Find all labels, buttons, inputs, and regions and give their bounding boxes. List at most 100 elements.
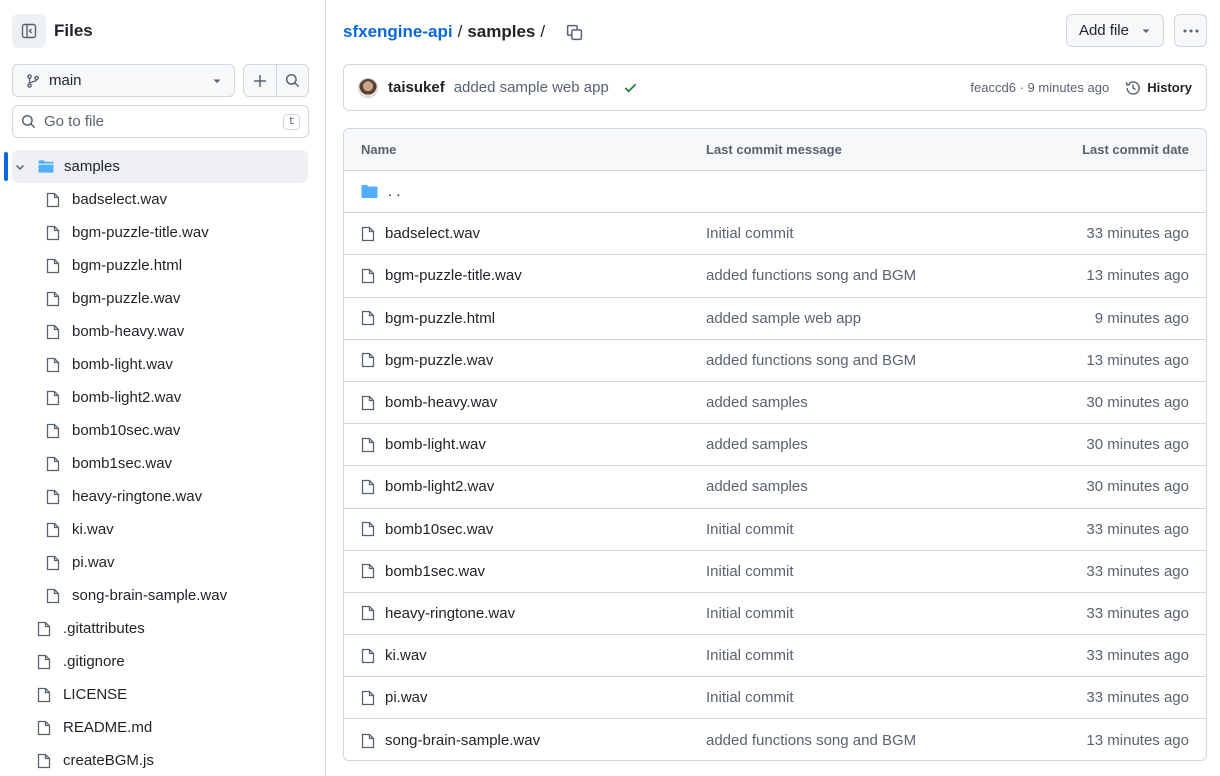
file-icon <box>46 522 62 538</box>
check-icon[interactable] <box>623 80 638 95</box>
tree-file-item[interactable]: LICENSE <box>0 678 325 711</box>
tree-file-label: .gitignore <box>63 653 125 670</box>
commit-message-link[interactable]: Initial commit <box>706 563 794 580</box>
commit-message-link[interactable]: added sample web app <box>706 310 861 327</box>
tree-file-label: bomb10sec.wav <box>72 422 181 439</box>
commit-author-link[interactable]: taisukef <box>388 79 445 96</box>
go-to-file-input[interactable] <box>44 113 276 130</box>
add-file-button[interactable]: Add file <box>1065 14 1164 47</box>
file-name-link[interactable]: bgm-puzzle.html <box>385 310 495 327</box>
plus-icon <box>253 74 266 87</box>
file-icon <box>46 588 62 604</box>
file-icon <box>46 390 62 406</box>
parent-directory-link[interactable]: . . <box>388 183 401 200</box>
commit-date: 33 minutes ago <box>1086 225 1189 243</box>
add-file-sidebar-button[interactable] <box>244 65 276 96</box>
breadcrumb-repo-link[interactable]: sfxengine-api <box>343 22 453 42</box>
tree-file-item[interactable]: bomb-light2.wav <box>0 381 325 414</box>
history-button[interactable]: History <box>1125 80 1192 96</box>
file-icon <box>37 654 53 670</box>
breadcrumb-separator: / <box>457 22 463 41</box>
commit-hash-time[interactable]: feaccd6 · 9 minutes ago <box>970 80 1109 95</box>
commit-message-link[interactable]: Initial commit <box>706 605 794 622</box>
file-name-link[interactable]: bgm-puzzle.wav <box>385 352 493 369</box>
file-name-link[interactable]: bomb-heavy.wav <box>385 394 497 411</box>
commit-message-link[interactable]: added samples <box>706 394 808 411</box>
folder-icon <box>361 184 378 199</box>
commit-message-link[interactable]: added functions song and BGM <box>706 352 916 369</box>
tree-file-item[interactable]: .gitattributes <box>0 612 325 645</box>
commit-message-link[interactable]: added samples <box>706 478 808 495</box>
tree-file-item[interactable]: README.md <box>0 711 325 744</box>
tree-file-item[interactable]: bomb10sec.wav <box>0 414 325 447</box>
tree-file-label: pi.wav <box>72 554 115 571</box>
avatar[interactable] <box>358 77 378 98</box>
commit-message-link[interactable]: Initial commit <box>706 521 794 538</box>
file-name-link[interactable]: badselect.wav <box>385 225 480 242</box>
copy-icon <box>566 24 583 40</box>
commit-message-link[interactable]: added functions song and BGM <box>706 732 916 749</box>
more-options-button[interactable] <box>1174 14 1207 47</box>
commit-date: 33 minutes ago <box>1086 562 1189 580</box>
file-icon <box>361 733 375 749</box>
file-name-link[interactable]: ki.wav <box>385 647 427 664</box>
tree-file-item[interactable]: bgm-puzzle-title.wav <box>0 216 325 249</box>
tree-folder-samples[interactable]: samples <box>4 150 308 183</box>
tree-file-item[interactable]: bomb1sec.wav <box>0 447 325 480</box>
tree-file-item[interactable]: createBGM.js <box>0 744 325 776</box>
commit-message-link[interactable]: Initial commit <box>706 689 794 706</box>
commit-message-link[interactable]: Initial commit <box>706 225 794 242</box>
file-icon <box>46 357 62 373</box>
tree-file-label: .gitattributes <box>63 620 145 637</box>
commit-date: 33 minutes ago <box>1086 604 1189 622</box>
file-icon <box>46 192 62 208</box>
sidebar-action-group <box>243 64 309 97</box>
tree-file-item[interactable]: heavy-ringtone.wav <box>0 480 325 513</box>
meta-dot: · <box>1019 80 1024 95</box>
file-name-link[interactable]: heavy-ringtone.wav <box>385 605 515 622</box>
tree-file-item[interactable]: bgm-puzzle.wav <box>0 282 325 315</box>
collapse-sidebar-button[interactable] <box>12 14 46 48</box>
tree-file-item[interactable]: bomb-heavy.wav <box>0 315 325 348</box>
tree-file-item[interactable]: .gitignore <box>0 645 325 678</box>
commit-message-link[interactable]: Initial commit <box>706 647 794 664</box>
tree-file-item[interactable]: bomb-light.wav <box>0 348 325 381</box>
file-name-link[interactable]: bomb-light2.wav <box>385 478 494 495</box>
branch-name: main <box>49 72 82 89</box>
search-code-button[interactable] <box>275 65 309 96</box>
tree-file-item[interactable]: pi.wav <box>0 546 325 579</box>
file-name-link[interactable]: bomb10sec.wav <box>385 521 493 538</box>
file-name-link[interactable]: song-brain-sample.wav <box>385 732 540 749</box>
file-icon <box>361 226 375 242</box>
kebab-horizontal-icon <box>1183 29 1198 32</box>
tree-file-item[interactable]: badselect.wav <box>0 183 325 216</box>
tree-file-item[interactable]: song-brain-sample.wav <box>0 579 325 612</box>
commit-message-link[interactable]: added sample web app <box>454 79 609 96</box>
tree-file-label: README.md <box>63 719 153 736</box>
table-row: song-brain-sample.wav added functions son… <box>344 719 1206 760</box>
tree-file-item[interactable]: ki.wav <box>0 513 325 546</box>
tree-file-label: bgm-puzzle.wav <box>72 290 181 307</box>
caret-down-icon <box>1142 29 1150 33</box>
tree-file-label: bomb-light2.wav <box>72 389 182 406</box>
commit-date: 30 minutes ago <box>1086 436 1189 454</box>
sidebar-header: Files <box>12 14 93 48</box>
commit-message-link[interactable]: added functions song and BGM <box>706 267 916 284</box>
go-to-file-search[interactable]: t <box>12 105 309 138</box>
parent-directory-row[interactable]: . . <box>344 171 1206 214</box>
file-name-link[interactable]: bomb1sec.wav <box>385 563 485 580</box>
tree-file-label: badselect.wav <box>72 191 168 208</box>
chevron-down-icon[interactable] <box>14 161 30 173</box>
branch-selector[interactable]: main <box>12 64 235 97</box>
table-header: Name Last commit message Last commit dat… <box>344 129 1206 171</box>
file-name-link[interactable]: pi.wav <box>385 689 428 706</box>
file-name-link[interactable]: bgm-puzzle-title.wav <box>385 267 522 284</box>
tree-file-item[interactable]: bgm-puzzle.html <box>0 249 325 282</box>
file-name-link[interactable]: bomb-light.wav <box>385 436 486 453</box>
file-icon <box>361 352 375 368</box>
commit-message-link[interactable]: added samples <box>706 436 808 453</box>
copy-path-button[interactable] <box>566 24 583 41</box>
file-tree: samples badselect.wav bgm-puzzle-title.wa… <box>0 150 325 776</box>
tree-file-label: createBGM.js <box>63 752 154 769</box>
tree-file-label: bomb-light.wav <box>72 356 173 373</box>
